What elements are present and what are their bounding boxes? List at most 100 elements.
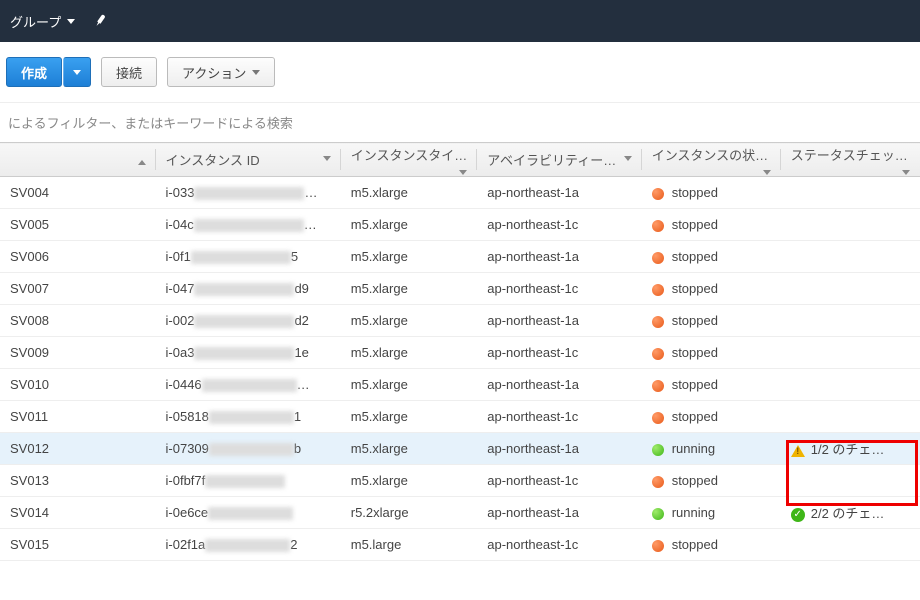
sort-icon: [624, 156, 632, 161]
state-stopped-icon: [652, 476, 664, 488]
state-stopped-icon: [652, 380, 664, 392]
redacted-icon: [194, 347, 294, 360]
create-button[interactable]: 作成: [6, 57, 62, 87]
chevron-down-icon: [252, 70, 260, 75]
table-row[interactable]: SV014i-0e6cer5.2xlargeap-northeast-1arun…: [0, 497, 920, 529]
cell-name: SV014: [0, 497, 156, 529]
topnav: グループ: [0, 0, 920, 42]
create-button-label: 作成: [21, 63, 47, 82]
topnav-group-label: グループ: [10, 12, 61, 31]
cell-instance-state: stopped: [642, 177, 781, 209]
cell-instance-id: i-0fbf7f: [156, 465, 341, 497]
create-dropdown[interactable]: [63, 57, 91, 87]
table-header-row: インスタンス ID インスタンスタイ… アベイラビリティー… インスタンスの状……: [0, 143, 920, 177]
cell-status-check: [781, 465, 920, 497]
cell-instance-id: i-0e6ce: [156, 497, 341, 529]
redacted-icon: [202, 379, 297, 392]
filter-placeholder: によるフィルター、またはキーワードによる検索: [8, 113, 293, 132]
cell-name: SV005: [0, 209, 156, 241]
cell-instance-state: running: [642, 497, 781, 529]
redacted-icon: [209, 411, 294, 424]
pin-icon: [90, 11, 109, 30]
state-stopped-icon: [652, 348, 664, 360]
state-running-icon: [652, 444, 664, 456]
cell-instance-id: i-033…: [156, 177, 341, 209]
cell-availability-zone: ap-northeast-1a: [477, 241, 641, 273]
table-row[interactable]: SV004i-033…m5.xlargeap-northeast-1astopp…: [0, 177, 920, 209]
state-stopped-icon: [652, 252, 664, 264]
table-row[interactable]: SV005i-04c…m5.xlargeap-northeast-1cstopp…: [0, 209, 920, 241]
table-row[interactable]: SV008i-002d2m5.xlargeap-northeast-1astop…: [0, 305, 920, 337]
cell-availability-zone: ap-northeast-1a: [477, 177, 641, 209]
sort-icon: [763, 170, 771, 175]
state-stopped-icon: [652, 220, 664, 232]
col-availability-zone[interactable]: アベイラビリティー…: [477, 143, 641, 177]
cell-instance-state: stopped: [642, 305, 781, 337]
cell-instance-id: i-07309b: [156, 433, 341, 465]
cell-name: SV004: [0, 177, 156, 209]
cell-availability-zone: ap-northeast-1a: [477, 433, 641, 465]
topnav-pin[interactable]: [93, 14, 107, 28]
col-instance-id[interactable]: インスタンス ID: [156, 143, 341, 177]
cell-instance-type: m5.xlarge: [341, 369, 477, 401]
table-row[interactable]: SV015i-02f1a2m5.largeap-northeast-1cstop…: [0, 529, 920, 561]
cell-instance-state: stopped: [642, 273, 781, 305]
cell-status-check: [781, 305, 920, 337]
table-row[interactable]: SV013i-0fbf7fm5.xlargeap-northeast-1csto…: [0, 465, 920, 497]
cell-instance-state: stopped: [642, 337, 781, 369]
col-name[interactable]: [0, 143, 156, 177]
cell-name: SV006: [0, 241, 156, 273]
cell-availability-zone: ap-northeast-1c: [477, 209, 641, 241]
cell-status-check: [781, 241, 920, 273]
cell-availability-zone: ap-northeast-1a: [477, 305, 641, 337]
cell-availability-zone: ap-northeast-1c: [477, 529, 641, 561]
connect-button-label: 接続: [116, 63, 142, 82]
cell-instance-type: m5.xlarge: [341, 305, 477, 337]
warning-icon: [791, 445, 805, 457]
sort-icon: [902, 170, 910, 175]
redacted-icon: [205, 539, 290, 552]
state-stopped-icon: [652, 412, 664, 424]
cell-instance-state: stopped: [642, 529, 781, 561]
col-instance-type[interactable]: インスタンスタイ…: [341, 143, 477, 177]
cell-instance-state: stopped: [642, 465, 781, 497]
cell-status-check: [781, 369, 920, 401]
cell-status-check: [781, 177, 920, 209]
cell-instance-type: m5.large: [341, 529, 477, 561]
cell-instance-type: m5.xlarge: [341, 401, 477, 433]
connect-button[interactable]: 接続: [101, 57, 157, 87]
cell-instance-type: m5.xlarge: [341, 177, 477, 209]
table-wrap: インスタンス ID インスタンスタイ… アベイラビリティー… インスタンスの状……: [0, 142, 920, 561]
redacted-icon: [208, 507, 293, 520]
topnav-group[interactable]: グループ: [10, 12, 75, 31]
col-instance-state[interactable]: インスタンスの状…: [642, 143, 781, 177]
cell-name: SV009: [0, 337, 156, 369]
redacted-icon: [194, 283, 294, 296]
cell-instance-state: stopped: [642, 401, 781, 433]
cell-instance-id: i-02f1a2: [156, 529, 341, 561]
sort-icon: [459, 170, 467, 175]
table-row[interactable]: SV009i-0a31em5.xlargeap-northeast-1cstop…: [0, 337, 920, 369]
cell-instance-type: m5.xlarge: [341, 241, 477, 273]
cell-instance-type: m5.xlarge: [341, 273, 477, 305]
col-status-check[interactable]: ステータスチェッ…: [781, 143, 920, 177]
table-row[interactable]: SV007i-047d9m5.xlargeap-northeast-1cstop…: [0, 273, 920, 305]
cell-name: SV010: [0, 369, 156, 401]
table-row[interactable]: SV012i-07309bm5.xlargeap-northeast-1arun…: [0, 433, 920, 465]
redacted-icon: [194, 187, 304, 200]
cell-instance-type: r5.2xlarge: [341, 497, 477, 529]
table-row[interactable]: SV006i-0f15m5.xlargeap-northeast-1astopp…: [0, 241, 920, 273]
chevron-down-icon: [73, 70, 81, 75]
cell-availability-zone: ap-northeast-1a: [477, 497, 641, 529]
cell-status-check: [781, 273, 920, 305]
redacted-icon: [205, 475, 285, 488]
redacted-icon: [194, 315, 294, 328]
actions-button[interactable]: アクション: [167, 57, 275, 87]
table-row[interactable]: SV011i-058181m5.xlargeap-northeast-1csto…: [0, 401, 920, 433]
table-row[interactable]: SV010i-0446…m5.xlargeap-northeast-1astop…: [0, 369, 920, 401]
cell-status-check: 2/2 のチェ…: [781, 497, 920, 529]
cell-name: SV015: [0, 529, 156, 561]
cell-name: SV012: [0, 433, 156, 465]
filter-bar[interactable]: によるフィルター、またはキーワードによる検索: [0, 102, 920, 142]
check-ok-icon: [791, 508, 805, 522]
